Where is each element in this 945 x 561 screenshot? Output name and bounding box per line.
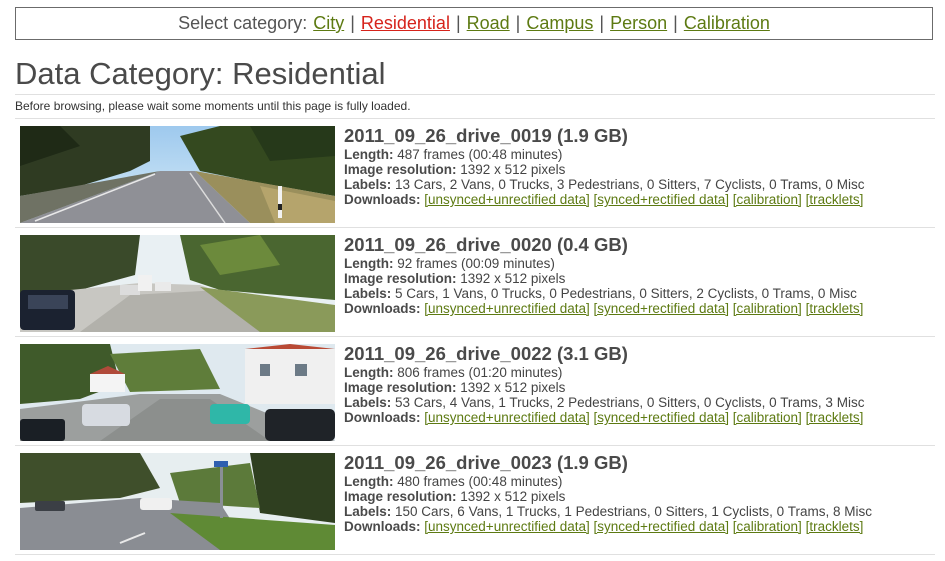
loading-note: Before browsing, please wait some moment… bbox=[15, 99, 411, 113]
labels-value: 13 Cars, 2 Vans, 0 Trucks, 3 Pedestrians… bbox=[395, 177, 865, 192]
labels-value: 53 Cars, 4 Vans, 1 Trucks, 2 Pedestrians… bbox=[395, 395, 865, 410]
drive-info: 2011_09_26_drive_0019 (1.9 GB) Length: 4… bbox=[344, 119, 864, 207]
download-tracklets-link[interactable]: [tracklets] bbox=[806, 301, 864, 316]
drive-title: 2011_09_26_drive_0022 (3.1 GB) bbox=[344, 343, 628, 364]
separator: | bbox=[515, 13, 521, 33]
drive-thumbnail[interactable] bbox=[20, 126, 335, 223]
list-item: 2011_09_26_drive_0019 (1.9 GB) Length: 4… bbox=[15, 119, 935, 228]
labels-label: Labels: bbox=[344, 286, 392, 301]
downloads-label: Downloads: bbox=[344, 519, 421, 534]
length-label: Length: bbox=[344, 365, 394, 380]
category-link-road[interactable]: Road bbox=[467, 13, 510, 34]
separator: | bbox=[673, 13, 678, 33]
category-link-city[interactable]: City bbox=[313, 13, 344, 34]
length-value: 480 frames (00:48 minutes) bbox=[397, 474, 563, 489]
length-label: Length: bbox=[344, 474, 394, 489]
drive-title: 2011_09_26_drive_0020 (0.4 GB) bbox=[344, 234, 628, 255]
separator: | bbox=[350, 13, 355, 33]
download-unsynced-link[interactable]: [unsynced+unrectified data] bbox=[424, 301, 590, 316]
category-link-residential[interactable]: Residential bbox=[361, 13, 450, 34]
category-bar: Select category: City | Residential | Ro… bbox=[15, 7, 933, 40]
drive-info: 2011_09_26_drive_0022 (3.1 GB) Length: 8… bbox=[344, 337, 864, 425]
category-link-calibration[interactable]: Calibration bbox=[684, 13, 770, 34]
download-unsynced-link[interactable]: [unsynced+unrectified data] bbox=[424, 192, 590, 207]
drive-thumbnail[interactable] bbox=[20, 235, 335, 332]
download-calibration-link[interactable]: [calibration] bbox=[733, 301, 802, 316]
download-unsynced-link[interactable]: [unsynced+unrectified data] bbox=[424, 410, 590, 425]
download-tracklets-link[interactable]: [tracklets] bbox=[806, 519, 864, 534]
category-link-person[interactable]: Person bbox=[610, 13, 667, 34]
labels-value: 150 Cars, 6 Vans, 1 Trucks, 1 Pedestrian… bbox=[395, 504, 872, 519]
length-value: 487 frames (00:48 minutes) bbox=[397, 147, 563, 162]
drive-info: 2011_09_26_drive_0023 (1.9 GB) Length: 4… bbox=[344, 446, 872, 534]
download-unsynced-link[interactable]: [unsynced+unrectified data] bbox=[424, 519, 590, 534]
drive-thumbnail[interactable] bbox=[20, 453, 335, 550]
download-calibration-link[interactable]: [calibration] bbox=[733, 410, 802, 425]
length-value: 92 frames (00:09 minutes) bbox=[397, 256, 555, 271]
list-item: 2011_09_26_drive_0020 (0.4 GB) Length: 9… bbox=[15, 228, 935, 337]
download-calibration-link[interactable]: [calibration] bbox=[733, 192, 802, 207]
resolution-value: 1392 x 512 pixels bbox=[460, 271, 566, 286]
download-synced-link[interactable]: [synced+rectified data] bbox=[594, 301, 729, 316]
downloads-label: Downloads: bbox=[344, 192, 421, 207]
list-item: 2011_09_26_drive_0022 (3.1 GB) Length: 8… bbox=[15, 337, 935, 446]
length-value: 806 frames (01:20 minutes) bbox=[397, 365, 563, 380]
download-tracklets-link[interactable]: [tracklets] bbox=[806, 192, 864, 207]
category-link-campus[interactable]: Campus bbox=[526, 13, 593, 34]
resolution-label: Image resolution: bbox=[344, 489, 457, 504]
download-calibration-link[interactable]: [calibration] bbox=[733, 519, 802, 534]
category-label: Select category: bbox=[178, 13, 308, 33]
resolution-value: 1392 x 512 pixels bbox=[460, 489, 566, 504]
labels-label: Labels: bbox=[344, 177, 392, 192]
download-synced-link[interactable]: [synced+rectified data] bbox=[594, 519, 729, 534]
labels-value: 5 Cars, 1 Vans, 0 Trucks, 0 Pedestrians,… bbox=[395, 286, 857, 301]
labels-label: Labels: bbox=[344, 395, 392, 410]
divider bbox=[15, 94, 935, 95]
list-item: 2011_09_26_drive_0023 (1.9 GB) Length: 4… bbox=[15, 446, 935, 555]
drive-title: 2011_09_26_drive_0023 (1.9 GB) bbox=[344, 452, 628, 473]
downloads-label: Downloads: bbox=[344, 410, 421, 425]
download-tracklets-link[interactable]: [tracklets] bbox=[806, 410, 864, 425]
page-title: Data Category: Residential bbox=[15, 56, 386, 91]
downloads-label: Downloads: bbox=[344, 301, 421, 316]
length-label: Length: bbox=[344, 147, 394, 162]
separator: | bbox=[455, 13, 461, 33]
download-synced-link[interactable]: [synced+rectified data] bbox=[594, 192, 729, 207]
download-synced-link[interactable]: [synced+rectified data] bbox=[594, 410, 729, 425]
drive-list: 2011_09_26_drive_0019 (1.9 GB) Length: 4… bbox=[15, 119, 935, 555]
length-label: Length: bbox=[344, 256, 394, 271]
labels-label: Labels: bbox=[344, 504, 392, 519]
resolution-label: Image resolution: bbox=[344, 380, 457, 395]
resolution-label: Image resolution: bbox=[344, 271, 457, 286]
drive-info: 2011_09_26_drive_0020 (0.4 GB) Length: 9… bbox=[344, 228, 863, 316]
resolution-value: 1392 x 512 pixels bbox=[460, 380, 566, 395]
separator: | bbox=[599, 13, 605, 33]
drive-title: 2011_09_26_drive_0019 (1.9 GB) bbox=[344, 125, 628, 146]
resolution-label: Image resolution: bbox=[344, 162, 457, 177]
resolution-value: 1392 x 512 pixels bbox=[460, 162, 566, 177]
drive-thumbnail[interactable] bbox=[20, 344, 335, 441]
